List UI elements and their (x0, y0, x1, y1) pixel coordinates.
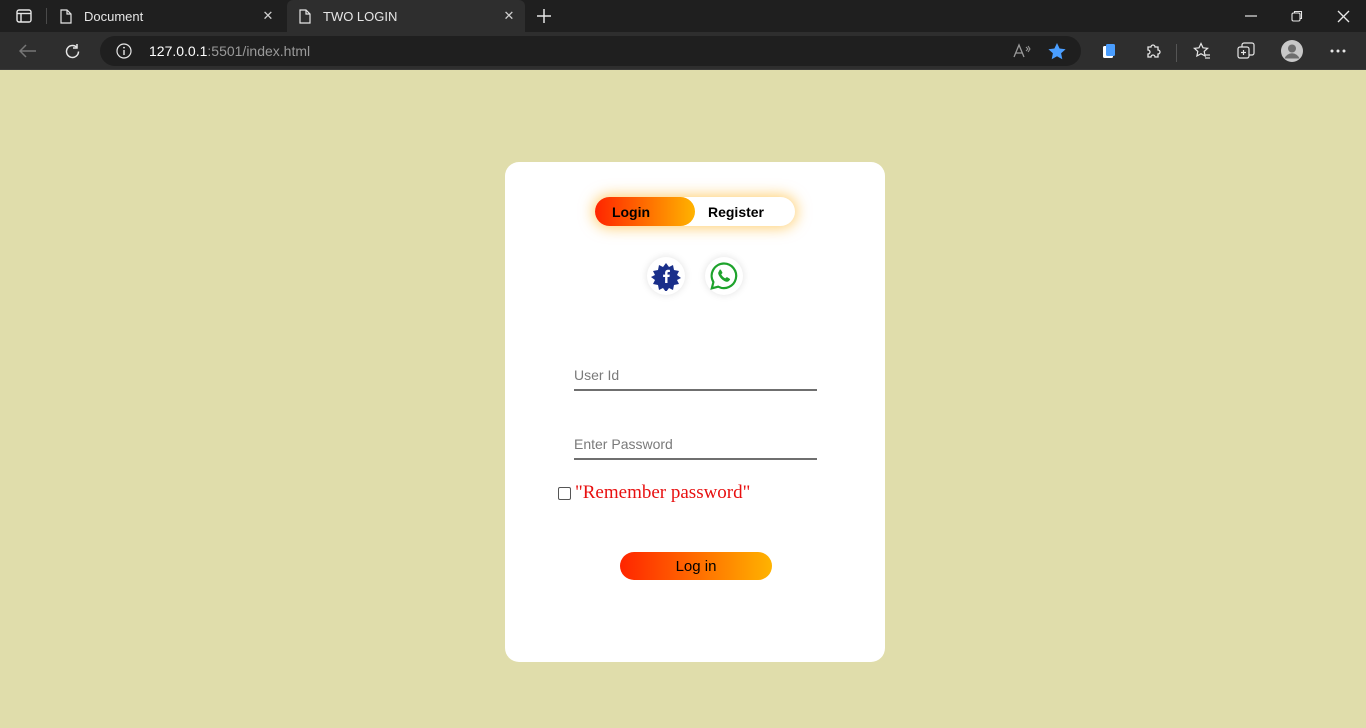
wallet-icon[interactable] (1093, 35, 1125, 67)
back-icon[interactable] (12, 35, 44, 67)
toolbar-divider (1176, 44, 1177, 62)
toggle-register-button[interactable]: Register (686, 197, 786, 226)
minimize-icon[interactable] (1228, 0, 1274, 32)
tab-two-login[interactable]: TWO LOGIN ✕ (287, 0, 525, 32)
read-aloud-icon[interactable] (1013, 43, 1031, 59)
url-host: 127.0.0.1 (149, 43, 208, 59)
tab-actions-icon[interactable] (10, 6, 38, 26)
collections-icon[interactable] (1230, 35, 1262, 67)
browser-toolbar: 127.0.0.1:5501/index.html (0, 32, 1366, 70)
user-id-input[interactable] (574, 361, 817, 391)
info-icon[interactable] (116, 43, 132, 59)
document-icon (58, 8, 74, 24)
url-text[interactable]: 127.0.0.1:5501/index.html (149, 43, 310, 59)
profile-icon[interactable] (1276, 35, 1308, 67)
window-close-icon[interactable] (1320, 0, 1366, 32)
tab-title: Document (84, 8, 144, 24)
toggle-login-button[interactable]: Login (581, 197, 681, 226)
remember-password-checkbox[interactable] (558, 486, 571, 500)
refresh-icon[interactable] (56, 35, 88, 67)
close-icon[interactable]: ✕ (499, 6, 519, 26)
login-card: Login Register "Remember password" Log i… (505, 162, 885, 662)
url-path: :5501/index.html (207, 43, 311, 59)
tab-separator (46, 8, 47, 24)
favorite-star-icon[interactable] (1047, 42, 1067, 60)
login-submit-button[interactable]: Log in (620, 552, 772, 580)
document-icon (297, 8, 313, 24)
remember-password-row: "Remember password" (558, 482, 750, 504)
facebook-icon[interactable] (647, 257, 685, 295)
close-icon[interactable]: ✕ (258, 6, 278, 26)
remember-password-label[interactable]: "Remember password" (575, 482, 750, 504)
tab-document[interactable]: Document ✕ (50, 0, 284, 32)
address-bar[interactable]: 127.0.0.1:5501/index.html (100, 36, 1081, 66)
tab-title: TWO LOGIN (323, 8, 398, 24)
restore-icon[interactable] (1274, 0, 1320, 32)
browser-tab-bar: Document ✕ TWO LOGIN ✕ (0, 0, 1366, 32)
login-register-toggle: Login Register (595, 197, 795, 226)
password-input[interactable] (574, 430, 817, 460)
whatsapp-icon[interactable] (705, 257, 743, 295)
favorites-icon[interactable] (1186, 35, 1218, 67)
extensions-icon[interactable] (1137, 35, 1169, 67)
plus-icon[interactable] (532, 5, 556, 27)
more-icon[interactable] (1322, 35, 1354, 67)
